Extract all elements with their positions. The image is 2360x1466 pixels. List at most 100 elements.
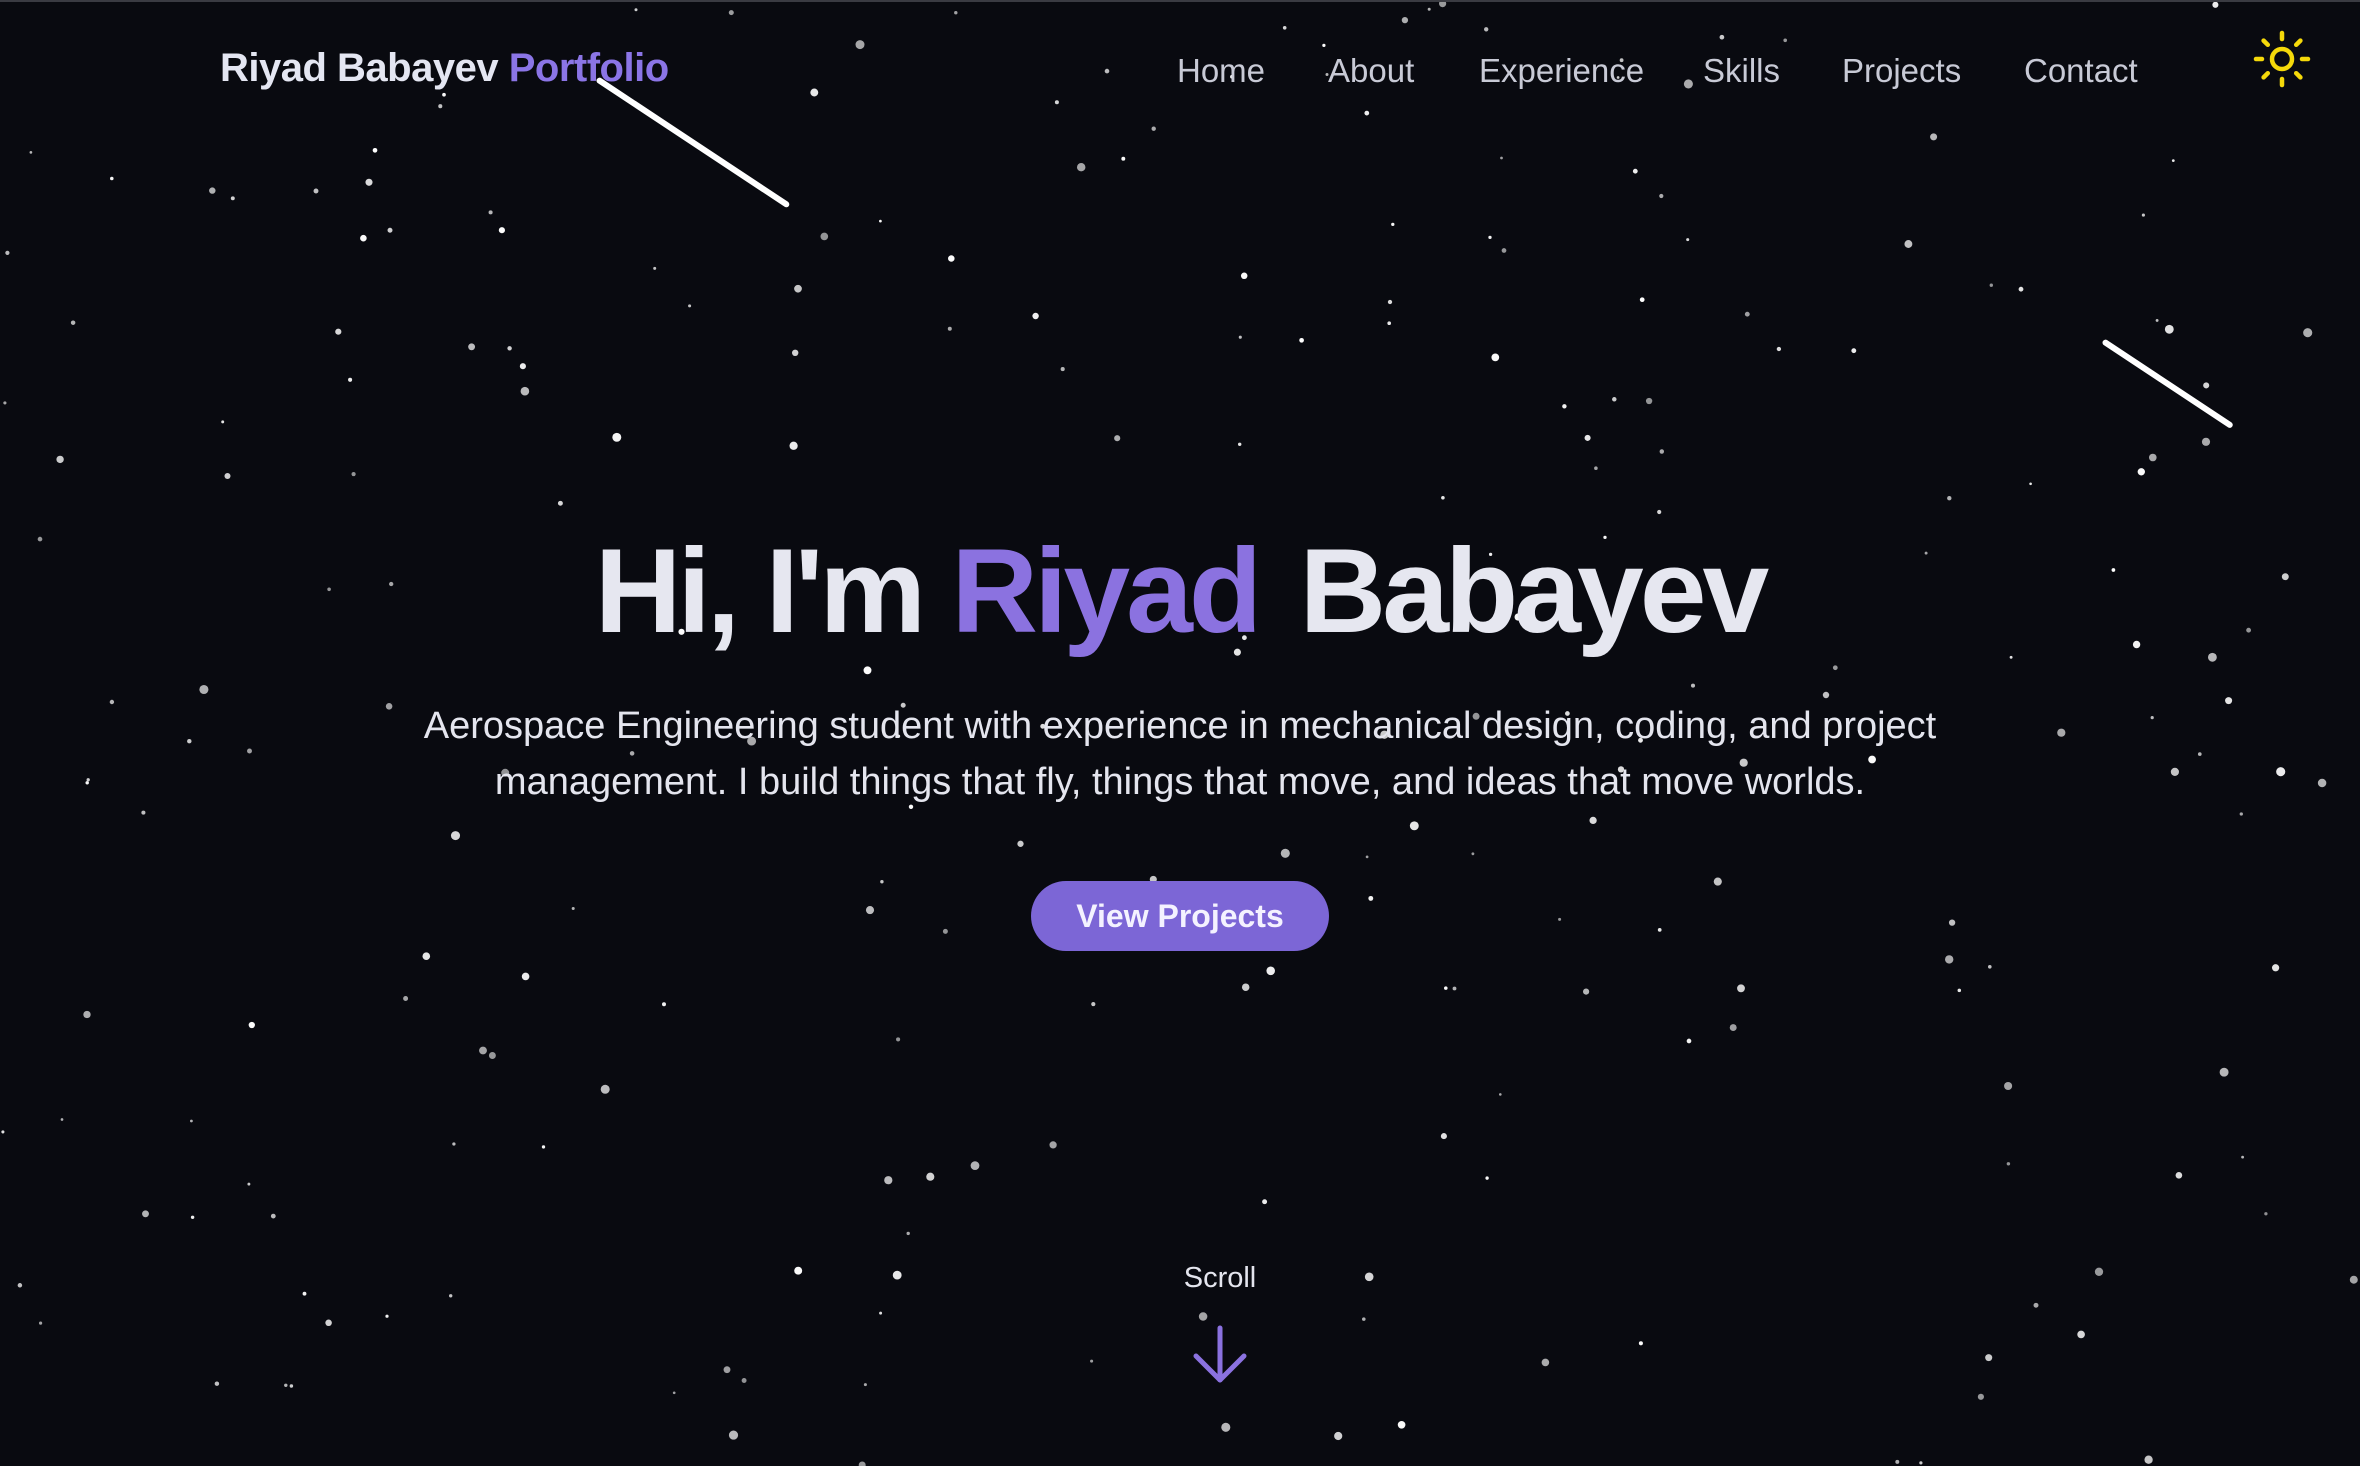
star bbox=[1387, 321, 1392, 326]
theme-toggle-button[interactable] bbox=[2253, 30, 2311, 88]
star bbox=[1387, 299, 1393, 305]
star bbox=[521, 972, 530, 981]
star bbox=[1645, 397, 1653, 405]
star bbox=[5, 250, 10, 256]
star bbox=[507, 346, 512, 351]
nav-link-projects[interactable]: Projects bbox=[1842, 52, 1961, 90]
star bbox=[1280, 848, 1290, 858]
star bbox=[2219, 1067, 2229, 1077]
nav-link-about[interactable]: About bbox=[1328, 52, 1414, 90]
star bbox=[1409, 821, 1419, 831]
star bbox=[1484, 27, 1489, 32]
star bbox=[970, 1161, 980, 1170]
star bbox=[892, 1270, 902, 1280]
star bbox=[2094, 1267, 2104, 1276]
star bbox=[1266, 966, 1275, 976]
star bbox=[1783, 38, 1788, 43]
star bbox=[214, 1381, 220, 1386]
star bbox=[1491, 353, 1500, 362]
star bbox=[498, 227, 505, 234]
star bbox=[1690, 683, 1696, 688]
star bbox=[2175, 1171, 2183, 1179]
star bbox=[2264, 1212, 2268, 1216]
site-logo[interactable]: Riyad Babayev Portfolio bbox=[220, 46, 669, 91]
view-projects-button[interactable]: View Projects bbox=[1031, 881, 1329, 951]
star bbox=[199, 684, 209, 695]
star bbox=[360, 234, 367, 242]
star bbox=[2225, 697, 2233, 705]
star bbox=[1904, 240, 1913, 248]
star bbox=[2144, 1455, 2153, 1464]
star bbox=[2164, 324, 2174, 334]
star bbox=[520, 386, 530, 396]
star bbox=[1262, 1199, 1268, 1205]
star bbox=[820, 232, 829, 241]
star bbox=[452, 1142, 456, 1146]
star bbox=[1589, 816, 1597, 825]
star bbox=[221, 420, 225, 424]
hero-heading: Hi, I'm Riyad Babayev bbox=[0, 522, 2360, 660]
star bbox=[1364, 1272, 1374, 1282]
star bbox=[2148, 453, 2157, 462]
star bbox=[1737, 984, 1745, 993]
star bbox=[1397, 1420, 1406, 1429]
star bbox=[17, 1283, 23, 1288]
scroll-down-button[interactable] bbox=[1190, 1324, 1250, 1386]
star bbox=[335, 328, 342, 335]
star bbox=[1444, 986, 1448, 990]
star bbox=[2155, 318, 2159, 322]
star bbox=[863, 1383, 867, 1387]
star bbox=[1054, 100, 1059, 105]
star bbox=[1659, 449, 1665, 454]
star bbox=[1, 1130, 5, 1134]
star bbox=[2197, 752, 2202, 756]
star bbox=[1659, 193, 1664, 199]
star bbox=[289, 1384, 294, 1388]
star bbox=[541, 1145, 546, 1149]
star bbox=[1060, 367, 1065, 372]
star bbox=[1947, 496, 1952, 501]
star bbox=[1368, 895, 1374, 901]
star bbox=[1441, 496, 1445, 500]
star bbox=[1282, 26, 1287, 30]
star bbox=[190, 1215, 195, 1220]
nav-link-contact[interactable]: Contact bbox=[2024, 52, 2138, 90]
star bbox=[403, 996, 409, 1001]
star bbox=[2171, 159, 2175, 162]
star bbox=[884, 1176, 893, 1185]
star bbox=[1427, 7, 1431, 11]
star bbox=[247, 1182, 251, 1186]
star bbox=[1744, 311, 1750, 317]
star bbox=[1049, 1141, 1057, 1149]
brand-name: Riyad Babayev bbox=[220, 46, 499, 90]
star bbox=[1985, 1354, 1993, 1362]
star bbox=[468, 343, 476, 351]
star bbox=[450, 831, 461, 841]
star bbox=[879, 219, 882, 223]
star bbox=[2271, 964, 2280, 972]
nav-link-experience[interactable]: Experience bbox=[1479, 52, 1644, 90]
star bbox=[110, 176, 114, 181]
star bbox=[1719, 34, 1725, 40]
star bbox=[612, 432, 622, 442]
star bbox=[1930, 133, 1938, 141]
star bbox=[634, 8, 638, 12]
star bbox=[1977, 1393, 1984, 1400]
star bbox=[863, 666, 872, 675]
star bbox=[1686, 1038, 1692, 1044]
star bbox=[926, 1172, 935, 1181]
star bbox=[39, 1321, 43, 1325]
arrow-down-icon bbox=[1193, 1325, 1247, 1383]
star bbox=[1713, 877, 1722, 886]
star bbox=[2150, 716, 2154, 720]
star bbox=[1365, 855, 1369, 859]
star bbox=[387, 227, 393, 233]
nav-link-home[interactable]: Home bbox=[1177, 52, 1265, 90]
star bbox=[302, 1291, 307, 1296]
star bbox=[1632, 168, 1638, 174]
star bbox=[2212, 2, 2219, 8]
nav-link-skills[interactable]: Skills bbox=[1703, 52, 1780, 90]
star bbox=[1440, 1133, 1447, 1140]
star bbox=[1957, 988, 1962, 993]
star bbox=[479, 1046, 487, 1055]
